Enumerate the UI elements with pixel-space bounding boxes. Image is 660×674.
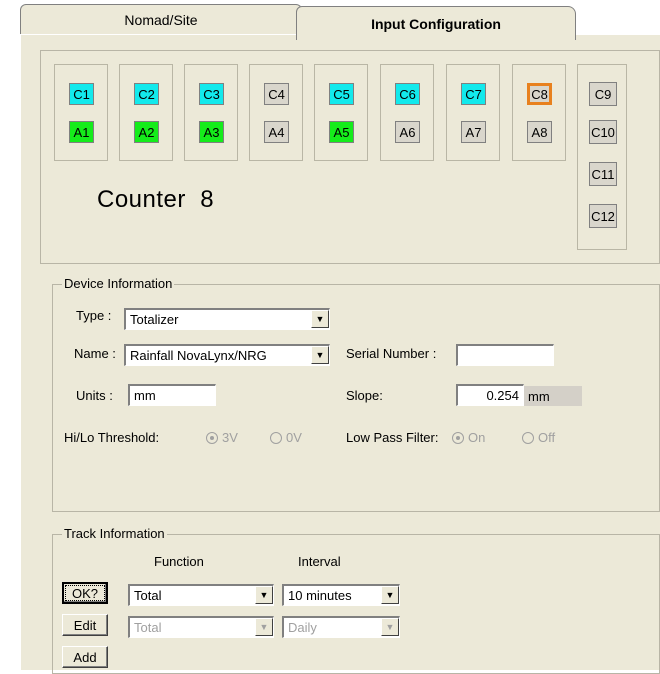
- threshold-3v-label: 3V: [222, 430, 238, 445]
- channel-button-c2[interactable]: C2: [134, 83, 159, 105]
- ok-button[interactable]: OK?: [62, 582, 108, 604]
- channel-button-c8[interactable]: C8: [527, 83, 552, 105]
- name-select-value: Rainfall NovaLynx/NRG: [130, 348, 267, 363]
- channel-column-7: C7 A7: [446, 64, 500, 161]
- function-select-2-value: Total: [134, 620, 162, 635]
- channel-button-a1[interactable]: A1: [69, 121, 94, 143]
- function-header: Function: [154, 554, 204, 569]
- edit-button-label: Edit: [73, 617, 97, 633]
- chevron-down-icon: ▼: [381, 618, 399, 636]
- type-select[interactable]: Totalizer ▼: [124, 308, 330, 330]
- threshold-0v-label: 0V: [286, 430, 302, 445]
- channel-button-a4[interactable]: A4: [264, 121, 289, 143]
- tab-input-configuration[interactable]: Input Configuration: [296, 6, 576, 40]
- filter-off-label: Off: [538, 430, 556, 445]
- chevron-down-icon[interactable]: ▼: [311, 346, 329, 364]
- function-select-1[interactable]: Total ▼: [128, 584, 274, 606]
- serial-number-label: Serial Number :: [346, 346, 437, 361]
- units-field[interactable]: mm: [128, 384, 216, 406]
- channel-column-5: C5 A5: [314, 64, 368, 161]
- channel-button-a6[interactable]: A6: [395, 121, 420, 143]
- channel-button-a8[interactable]: A8: [527, 121, 552, 143]
- filter-on-label: On: [468, 430, 486, 445]
- channel-button-a3[interactable]: A3: [199, 121, 224, 143]
- slope-unit: mm: [524, 386, 582, 406]
- channel-column-1: C1 A1: [54, 64, 108, 161]
- filter-off-radio[interactable]: Off: [522, 430, 555, 445]
- serial-number-field[interactable]: [456, 344, 554, 366]
- function-select-1-value: Total: [134, 588, 162, 603]
- tab-nomad-site-label: Nomad/Site: [124, 11, 198, 28]
- channel-button-c1[interactable]: C1: [69, 83, 94, 105]
- threshold-label: Hi/Lo Threshold:: [64, 430, 160, 445]
- ok-button-label: OK?: [71, 585, 98, 601]
- add-button[interactable]: Add: [62, 646, 108, 668]
- chevron-down-icon[interactable]: ▼: [311, 310, 329, 328]
- channel-column-3: C3 A3: [184, 64, 238, 161]
- channel-column-8: C8 A8: [512, 64, 566, 161]
- channel-button-c10[interactable]: C10: [589, 120, 617, 144]
- track-information-title: Track Information: [62, 526, 167, 541]
- channel-button-a7[interactable]: A7: [461, 121, 486, 143]
- channel-button-c4[interactable]: C4: [264, 83, 289, 105]
- slope-label: Slope:: [346, 388, 383, 403]
- chevron-down-icon[interactable]: ▼: [381, 586, 399, 604]
- radio-icon: [270, 431, 282, 444]
- tab-input-configuration-label: Input Configuration: [371, 15, 501, 32]
- tab-nomad-site[interactable]: Nomad/Site: [20, 4, 302, 34]
- channel-button-c11[interactable]: C11: [589, 162, 617, 186]
- threshold-0v-radio[interactable]: 0V: [270, 430, 302, 445]
- slope-field[interactable]: 0.254: [456, 384, 524, 406]
- selected-channel-label: Counter 8: [97, 186, 215, 213]
- channel-button-a5[interactable]: A5: [329, 121, 354, 143]
- interval-header: Interval: [298, 554, 341, 569]
- edit-button[interactable]: Edit: [62, 614, 108, 636]
- channel-button-c7[interactable]: C7: [461, 83, 486, 105]
- channel-button-c5[interactable]: C5: [329, 83, 354, 105]
- channel-column-6: C6 A6: [380, 64, 434, 161]
- interval-select-2-value: Daily: [288, 620, 317, 635]
- interval-select-1-value: 10 minutes: [288, 588, 352, 603]
- channel-column-2: C2 A2: [119, 64, 173, 161]
- channel-button-c12[interactable]: C12: [589, 204, 617, 228]
- name-select[interactable]: Rainfall NovaLynx/NRG ▼: [124, 344, 330, 366]
- channel-column-4: C4 A4: [249, 64, 303, 161]
- low-pass-filter-label: Low Pass Filter:: [346, 430, 439, 445]
- interval-select-2: Daily ▼: [282, 616, 400, 638]
- channel-button-a2[interactable]: A2: [134, 121, 159, 143]
- channel-button-c9[interactable]: C9: [589, 82, 617, 106]
- add-button-label: Add: [73, 649, 97, 665]
- type-select-value: Totalizer: [130, 312, 179, 327]
- name-label: Name :: [74, 346, 116, 361]
- threshold-3v-radio[interactable]: 3V: [206, 430, 238, 445]
- filter-on-radio[interactable]: On: [452, 430, 485, 445]
- units-label: Units :: [76, 388, 113, 403]
- radio-selected-icon: [452, 431, 464, 444]
- radio-icon: [522, 431, 534, 444]
- channel-button-c3[interactable]: C3: [199, 83, 224, 105]
- type-label: Type :: [76, 308, 112, 323]
- chevron-down-icon[interactable]: ▼: [255, 586, 273, 604]
- radio-selected-icon: [206, 431, 218, 444]
- channel-button-c6[interactable]: C6: [395, 83, 420, 105]
- function-select-2: Total ▼: [128, 616, 274, 638]
- interval-select-1[interactable]: 10 minutes ▼: [282, 584, 400, 606]
- device-information-title: Device Information: [62, 276, 175, 291]
- chevron-down-icon: ▼: [255, 618, 273, 636]
